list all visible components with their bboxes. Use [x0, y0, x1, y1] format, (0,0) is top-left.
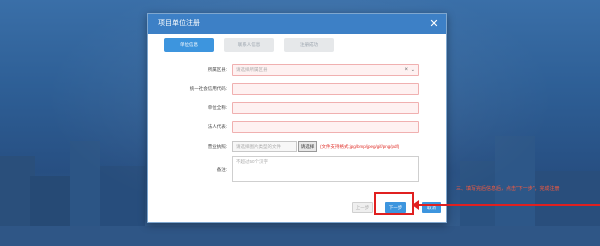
annotation-arrow-line [416, 204, 600, 206]
choose-file-button[interactable]: 请选择 [298, 141, 317, 152]
license-label: 营业执照: [207, 144, 227, 149]
region-label: 所属区县: [207, 67, 227, 72]
chevron-down-icon[interactable]: ⌄ [411, 65, 415, 75]
credit-code-label: 统一社会信用代码: [189, 86, 227, 91]
legal-rep-input[interactable] [232, 121, 419, 133]
file-format-hint: (文件支持格式:jpg/bmp/jpeg/gif/png/pdf) [320, 144, 400, 149]
clear-icon[interactable]: × [404, 65, 408, 75]
next-button-highlight [374, 192, 414, 215]
annotation-arrow-head [412, 200, 419, 210]
remark-label: 备注: [216, 167, 227, 172]
dialog-header: 项目单位注册 ✕ [148, 14, 446, 34]
annotation-note: 三、填写完后信息后，点击"下一步"，完成注册 [456, 186, 560, 192]
tab-unit-info[interactable]: 单位信息 [164, 38, 214, 52]
region-placeholder: 请选择所属区县 [236, 67, 268, 72]
license-file-input[interactable]: 请选择图片类型的文件 [232, 141, 297, 152]
legal-rep-label: 法人代表: [207, 124, 227, 129]
close-icon[interactable]: ✕ [428, 18, 440, 30]
dialog-title: 项目单位注册 [158, 20, 200, 27]
remark-textarea[interactable]: 不超过50个汉字 [232, 156, 419, 182]
prev-step-button[interactable]: 上一步 [352, 202, 373, 213]
tab-register-success[interactable]: 注册成功 [284, 38, 334, 52]
credit-code-input[interactable] [232, 83, 419, 95]
tab-contact-info[interactable]: 联系人信息 [224, 38, 274, 52]
full-name-label: 单位全称: [207, 105, 227, 110]
full-name-input[interactable] [232, 102, 419, 114]
region-select[interactable]: 请选择所属区县 × ⌄ [232, 64, 419, 76]
